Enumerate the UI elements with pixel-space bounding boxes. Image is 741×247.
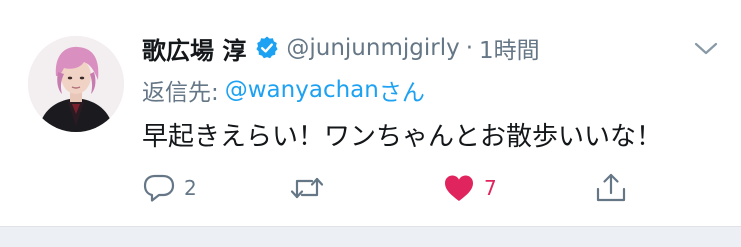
separator-dot: · — [465, 35, 474, 61]
chevron-down-icon[interactable] — [692, 38, 720, 60]
like-count: 7 — [484, 176, 497, 200]
reply-suffix: さん — [378, 80, 425, 106]
retweet-button[interactable] — [288, 170, 334, 206]
tweet-text: 早起きえらい！ワンちゃんとお散歩いいな！ — [142, 121, 663, 152]
reply-count: 2 — [184, 176, 197, 200]
tweet-card[interactable]: 歌広場 淳 @junjunmjgirly · 1時間 返信先: @wanyach… — [0, 0, 741, 226]
display-name[interactable]: 歌広場 淳 — [142, 31, 246, 66]
verified-badge-icon — [254, 35, 280, 61]
reply-button[interactable]: 2 — [142, 170, 197, 206]
timestamp[interactable]: 1時間 — [479, 31, 540, 65]
retweet-icon — [288, 173, 326, 203]
reply-handle-link[interactable]: @wanyachan — [225, 77, 379, 103]
share-button[interactable] — [594, 170, 636, 206]
reply-icon — [142, 173, 176, 203]
tweet-actions: 2 7 — [0, 170, 741, 206]
share-icon — [594, 172, 628, 204]
avatar[interactable] — [28, 36, 124, 132]
tweet-separator — [0, 226, 741, 247]
user-handle[interactable]: @junjunmjgirly — [286, 35, 459, 61]
reply-context: 返信先: @wanyachan さん — [142, 72, 425, 108]
heart-icon — [442, 173, 476, 203]
reply-label: 返信先: — [142, 80, 219, 106]
tweet-header: 歌広場 淳 @junjunmjgirly · 1時間 — [142, 30, 540, 66]
like-button[interactable]: 7 — [442, 170, 497, 206]
